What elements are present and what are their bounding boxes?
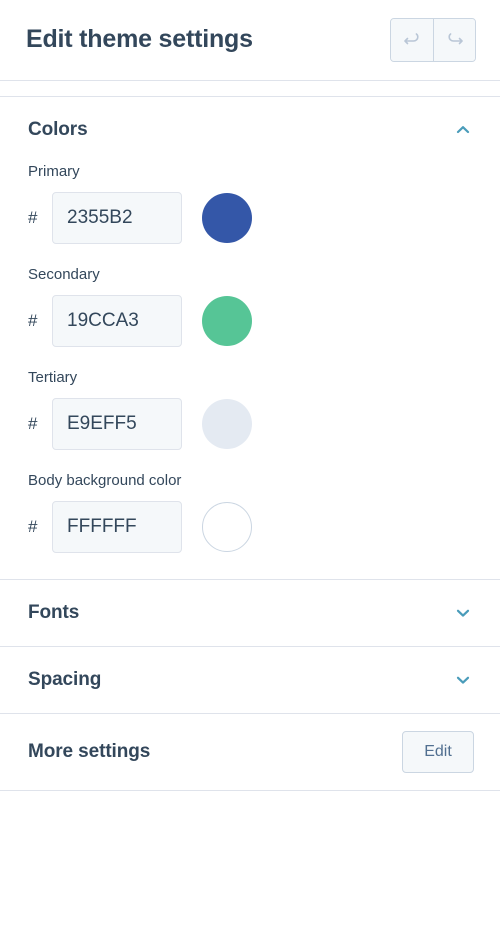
history-button-group — [390, 18, 476, 62]
color-field-primary: Primary # — [28, 163, 474, 244]
page-title: Edit theme settings — [26, 25, 253, 54]
undo-button[interactable] — [391, 19, 433, 61]
redo-button[interactable] — [433, 19, 475, 61]
theme-settings-panel: Edit theme settings Colors Primary # 235… — [0, 0, 500, 927]
section-title-colors: Colors — [28, 119, 88, 140]
color-field-row: # — [28, 192, 474, 244]
undo-arrow-icon — [402, 30, 422, 50]
color-field-row: # — [28, 398, 474, 450]
color-swatch-secondary[interactable] — [202, 296, 252, 346]
more-settings-row: More settings Edit — [0, 714, 500, 790]
chevron-down-icon[interactable] — [452, 669, 474, 691]
color-field-tertiary: Tertiary # — [28, 369, 474, 450]
chevron-up-icon[interactable] — [452, 119, 474, 141]
hash-prefix: # — [28, 311, 38, 330]
hash-prefix: # — [28, 414, 38, 433]
hash-prefix: # — [28, 208, 38, 227]
colors-section-body: Primary # Secondary # Tertiary # — [0, 163, 500, 579]
section-header-spacing[interactable]: Spacing — [0, 647, 500, 713]
color-field-body-background: Body background color # — [28, 472, 474, 553]
hex-input-primary[interactable] — [52, 192, 182, 244]
color-field-label: Tertiary — [28, 369, 78, 386]
section-title-more-settings: More settings — [28, 741, 151, 762]
hex-input-body-background[interactable] — [52, 501, 182, 553]
section-header-colors[interactable]: Colors — [0, 97, 500, 163]
color-field-label: Secondary — [28, 266, 100, 283]
chevron-down-icon[interactable] — [452, 602, 474, 624]
panel-header: Edit theme settings — [0, 0, 500, 80]
divider-bottom — [0, 790, 500, 791]
hash-prefix: # — [28, 517, 38, 536]
color-swatch-primary[interactable] — [202, 193, 252, 243]
header-gap — [0, 81, 500, 96]
section-title-spacing: Spacing — [28, 669, 102, 690]
color-swatch-tertiary[interactable] — [202, 399, 252, 449]
color-field-row: # — [28, 295, 474, 347]
color-swatch-body-background[interactable] — [202, 502, 252, 552]
edit-button[interactable]: Edit — [402, 731, 474, 773]
color-field-label: Body background color — [28, 472, 182, 489]
color-field-row: # — [28, 501, 474, 553]
redo-arrow-icon — [445, 30, 465, 50]
section-title-fonts: Fonts — [28, 602, 80, 623]
hex-input-tertiary[interactable] — [52, 398, 182, 450]
color-field-secondary: Secondary # — [28, 266, 474, 347]
section-header-fonts[interactable]: Fonts — [0, 580, 500, 646]
color-field-label: Primary — [28, 163, 80, 180]
hex-input-secondary[interactable] — [52, 295, 182, 347]
